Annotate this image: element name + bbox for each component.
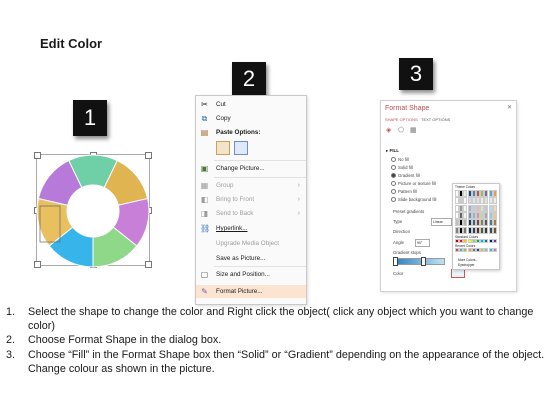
color-picker-button[interactable]	[451, 269, 465, 278]
format-icon: ✎	[201, 287, 208, 296]
more-colors-item[interactable]: More Colors...	[458, 258, 478, 262]
instruction-step: 3. Choose “Fill” in the Format Shape box…	[6, 348, 545, 375]
size-icon: ▢	[200, 270, 209, 279]
submenu-arrow-icon: ›	[297, 210, 300, 217]
step-badge-1: 1	[73, 100, 107, 136]
color-swatch[interactable]	[492, 239, 497, 243]
instruction-step: 2. Choose Format Shape in the dialog box…	[6, 334, 222, 347]
standard-colors-row	[455, 239, 497, 243]
type-label: Type	[393, 219, 403, 224]
recent-colors-row	[455, 248, 497, 256]
effects-icon[interactable]: ⬠	[398, 126, 404, 134]
paste-icon: ▤	[200, 128, 209, 137]
fill-option-gradient-fill[interactable]: Gradient fill	[391, 173, 420, 179]
paste-option-picture[interactable]	[234, 141, 248, 155]
gradient-stop-handle[interactable]	[421, 257, 426, 266]
page-title: Edit Color	[40, 36, 103, 51]
color-swatch[interactable]	[492, 248, 497, 252]
menu-item-group[interactable]: ▦ Group ›	[196, 179, 306, 192]
menu-item-format-picture[interactable]: ✎ Format Picture...	[196, 285, 306, 298]
theme-colors-grid	[455, 190, 497, 234]
group-icon: ▦	[200, 181, 209, 190]
scissors-icon: ✂	[201, 100, 208, 109]
hyperlink-icon: ⛓	[200, 224, 211, 233]
fill-line-icon[interactable]: ◈	[386, 126, 391, 134]
gradient-stops-label: Gradient stops	[393, 250, 421, 255]
color-swatch[interactable]	[492, 197, 497, 205]
direction-label: Direction	[393, 229, 410, 234]
tab-shape-options[interactable]: SHAPE OPTIONS	[385, 117, 418, 122]
angle-input[interactable]: 90°	[415, 239, 430, 247]
fill-option-picture-fill[interactable]: Picture or texture fill	[391, 181, 436, 187]
context-menu: ✂ Cut ⧉ Copy ▤ Paste Options: ▣ Change P…	[195, 95, 307, 305]
menu-item-change-picture[interactable]: ▣ Change Picture...	[196, 162, 306, 175]
gradient-stop-handle[interactable]	[393, 257, 398, 266]
preset-gradients-label: Preset gradients	[393, 209, 425, 214]
step-number: 1	[83, 105, 97, 130]
picture-icon: ▣	[200, 164, 209, 173]
theme-colors-label: Theme Colors	[455, 185, 476, 189]
menu-item-cut[interactable]: ✂ Cut	[196, 98, 306, 111]
menu-item-send-to-back[interactable]: ◨ Send to Back ›	[196, 207, 306, 220]
menu-item-paste-options: ▤ Paste Options:	[200, 128, 261, 137]
fill-option-solid-fill[interactable]: Solid fill	[391, 165, 413, 171]
submenu-arrow-icon: ›	[297, 182, 300, 189]
menu-item-save-as-picture[interactable]: Save as Picture...	[196, 252, 306, 265]
menu-item-bring-to-front[interactable]: ◧ Bring to Front ›	[196, 193, 306, 206]
submenu-arrow-icon: ›	[297, 196, 300, 203]
color-label: Color	[393, 271, 404, 276]
instructions-list: 1. Select the shape to change the color …	[6, 305, 554, 376]
color-swatch[interactable]	[492, 211, 497, 219]
bring-front-icon: ◧	[200, 195, 209, 204]
color-swatch[interactable]	[492, 204, 497, 212]
color-swatch[interactable]	[492, 190, 497, 197]
send-back-icon: ◨	[200, 209, 209, 218]
fill-option-no-fill[interactable]: No fill	[391, 157, 409, 163]
color-swatch[interactable]	[492, 226, 497, 234]
gradient-stops-bar[interactable]	[393, 258, 445, 265]
paste-option-keep-source[interactable]	[216, 141, 230, 155]
step-number: 2	[242, 66, 256, 91]
color-swatch[interactable]	[492, 219, 497, 227]
fill-option-slide-background[interactable]: Slide background fill	[391, 197, 436, 203]
step-number: 3	[409, 61, 423, 86]
panel-title: Format Shape	[385, 105, 430, 112]
angle-label: Angle	[393, 240, 404, 245]
menu-item-upgrade-media-object[interactable]: Upgrade Media Object	[196, 237, 306, 250]
instruction-step: 1. Select the shape to change the color …	[6, 306, 534, 333]
fill-option-pattern-fill[interactable]: Pattern fill	[391, 189, 417, 195]
donut-shape[interactable]	[34, 152, 152, 270]
size-properties-icon[interactable]: ▦	[410, 126, 417, 134]
menu-item-hyperlink[interactable]: ⛓ Hyperlink...	[196, 222, 306, 235]
copy-icon: ⧉	[201, 114, 208, 123]
tab-text-options[interactable]: TEXT OPTIONS	[421, 117, 450, 122]
step-badge-2: 2	[232, 62, 266, 96]
menu-item-size-and-position[interactable]: ▢ Size and Position...	[196, 268, 306, 281]
color-palette-dropdown: Theme Colors Standard Colors Recent Colo…	[452, 183, 500, 270]
close-icon[interactable]: ✕	[507, 104, 512, 111]
type-select[interactable]: Linear	[431, 218, 452, 226]
eyedropper-item[interactable]: Eyedropper	[458, 263, 474, 267]
menu-item-copy[interactable]: ⧉ Copy	[196, 112, 306, 125]
step-badge-3: 3	[399, 58, 433, 90]
fill-section-header[interactable]: ▸ FILL	[386, 148, 399, 154]
